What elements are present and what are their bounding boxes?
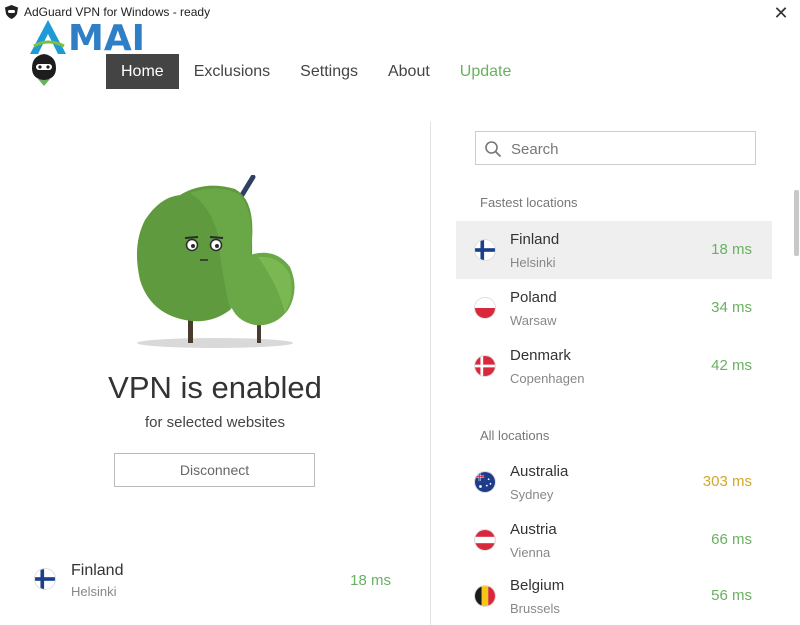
location-ping: 18 ms [711, 241, 752, 258]
denmark-flag-icon [474, 355, 496, 377]
current-location-city: Finland [71, 562, 124, 579]
current-location[interactable]: Finland Helsinki 18 ms [34, 560, 399, 604]
location-ping: 56 ms [711, 587, 752, 604]
location-ping: 66 ms [711, 531, 752, 548]
current-location-ping: 18 ms [350, 572, 391, 589]
location-ping: 42 ms [711, 357, 752, 374]
close-button[interactable]: ✕ [770, 2, 792, 24]
svg-text:MAI: MAI [68, 18, 145, 56]
tab-update[interactable]: Update [445, 54, 527, 89]
app-icon [5, 5, 18, 19]
location-city: Poland [510, 289, 557, 306]
watermark-logo: MAI [28, 16, 188, 59]
disconnect-button[interactable]: Disconnect [114, 453, 315, 487]
vpn-status-subtitle: for selected websites [144, 414, 286, 431]
location-list-scrollbar[interactable] [794, 190, 799, 256]
finland-flag-icon [34, 568, 56, 590]
all-locations-label: All locations [480, 428, 550, 443]
location-item-australia[interactable]: Australia Sydney 303 ms [456, 453, 772, 511]
austria-flag-icon [474, 529, 496, 551]
location-sub: Sydney [510, 487, 554, 502]
location-city: Australia [510, 463, 569, 480]
location-ping: 34 ms [711, 299, 752, 316]
current-location-sub: Helsinki [71, 584, 117, 599]
location-city: Belgium [510, 577, 565, 594]
vpn-mascot-illustration [136, 175, 295, 348]
location-sub: Copenhagen [510, 371, 585, 386]
tab-exclusions[interactable]: Exclusions [179, 54, 285, 89]
location-city: Denmark [510, 347, 571, 364]
main-nav: Home Exclusions Settings About Update [106, 54, 526, 89]
close-icon: ✕ [773, 3, 789, 23]
location-sub: Warsaw [510, 313, 557, 328]
location-city: Austria [510, 521, 557, 538]
belgium-flag-icon [474, 585, 496, 607]
location-item-denmark[interactable]: Denmark Copenhagen 42 ms [456, 337, 772, 395]
location-item-austria[interactable]: Austria Vienna 66 ms [456, 511, 772, 569]
poland-flag-icon [474, 297, 496, 319]
tab-settings[interactable]: Settings [285, 54, 373, 89]
tab-about[interactable]: About [373, 54, 445, 89]
watermark-graphic: MAI [30, 18, 145, 59]
search-icon [485, 141, 502, 158]
panel-divider [430, 122, 431, 625]
location-sub: Vienna [510, 545, 551, 560]
australia-flag-icon [474, 471, 496, 493]
finland-flag-icon [474, 239, 496, 261]
location-item-belgium[interactable]: Belgium Brussels 56 ms [456, 567, 772, 625]
location-item-finland[interactable]: Finland Helsinki 18 ms [456, 221, 772, 279]
location-city: Finland [510, 231, 560, 248]
location-sub: Brussels [510, 601, 560, 616]
fastest-locations-label: Fastest locations [480, 195, 578, 210]
vpn-status-title: VPN is enabled [108, 370, 322, 405]
adguard-logo [32, 54, 56, 86]
search-input[interactable] [511, 138, 741, 160]
location-sub: Helsinki [510, 255, 556, 270]
search-box[interactable] [475, 131, 756, 165]
location-item-poland[interactable]: Poland Warsaw 34 ms [456, 279, 772, 337]
tab-home[interactable]: Home [106, 54, 179, 89]
location-ping: 303 ms [702, 473, 752, 490]
